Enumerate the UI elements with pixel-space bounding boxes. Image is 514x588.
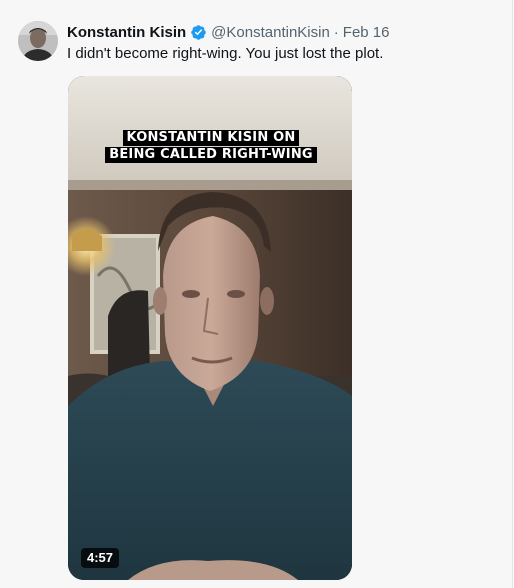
tweet[interactable]: Konstantin Kisin @KonstantinKisin · Feb … [0, 0, 514, 588]
separator-dot: · [333, 23, 339, 41]
tweet-header: Konstantin Kisin @KonstantinKisin · Feb … [67, 22, 390, 42]
video-duration-badge: 4:57 [81, 548, 120, 568]
verified-badge-icon [191, 24, 206, 40]
caption-line-1: KONSTANTIN KISIN ON [122, 130, 300, 146]
avatar-image [18, 21, 58, 61]
tweet-date[interactable]: Feb 16 [343, 24, 390, 41]
avatar[interactable] [18, 21, 58, 61]
tweet-text: I didn't become right-wing. You just los… [67, 45, 384, 62]
divider [512, 0, 513, 588]
author-name[interactable]: Konstantin Kisin [67, 24, 186, 41]
video-caption: KONSTANTIN KISIN ON BEING CALLED RIGHT-W… [101, 130, 321, 163]
caption-line-2: BEING CALLED RIGHT-WING [105, 147, 317, 163]
author-handle[interactable]: @KonstantinKisin [211, 24, 330, 41]
